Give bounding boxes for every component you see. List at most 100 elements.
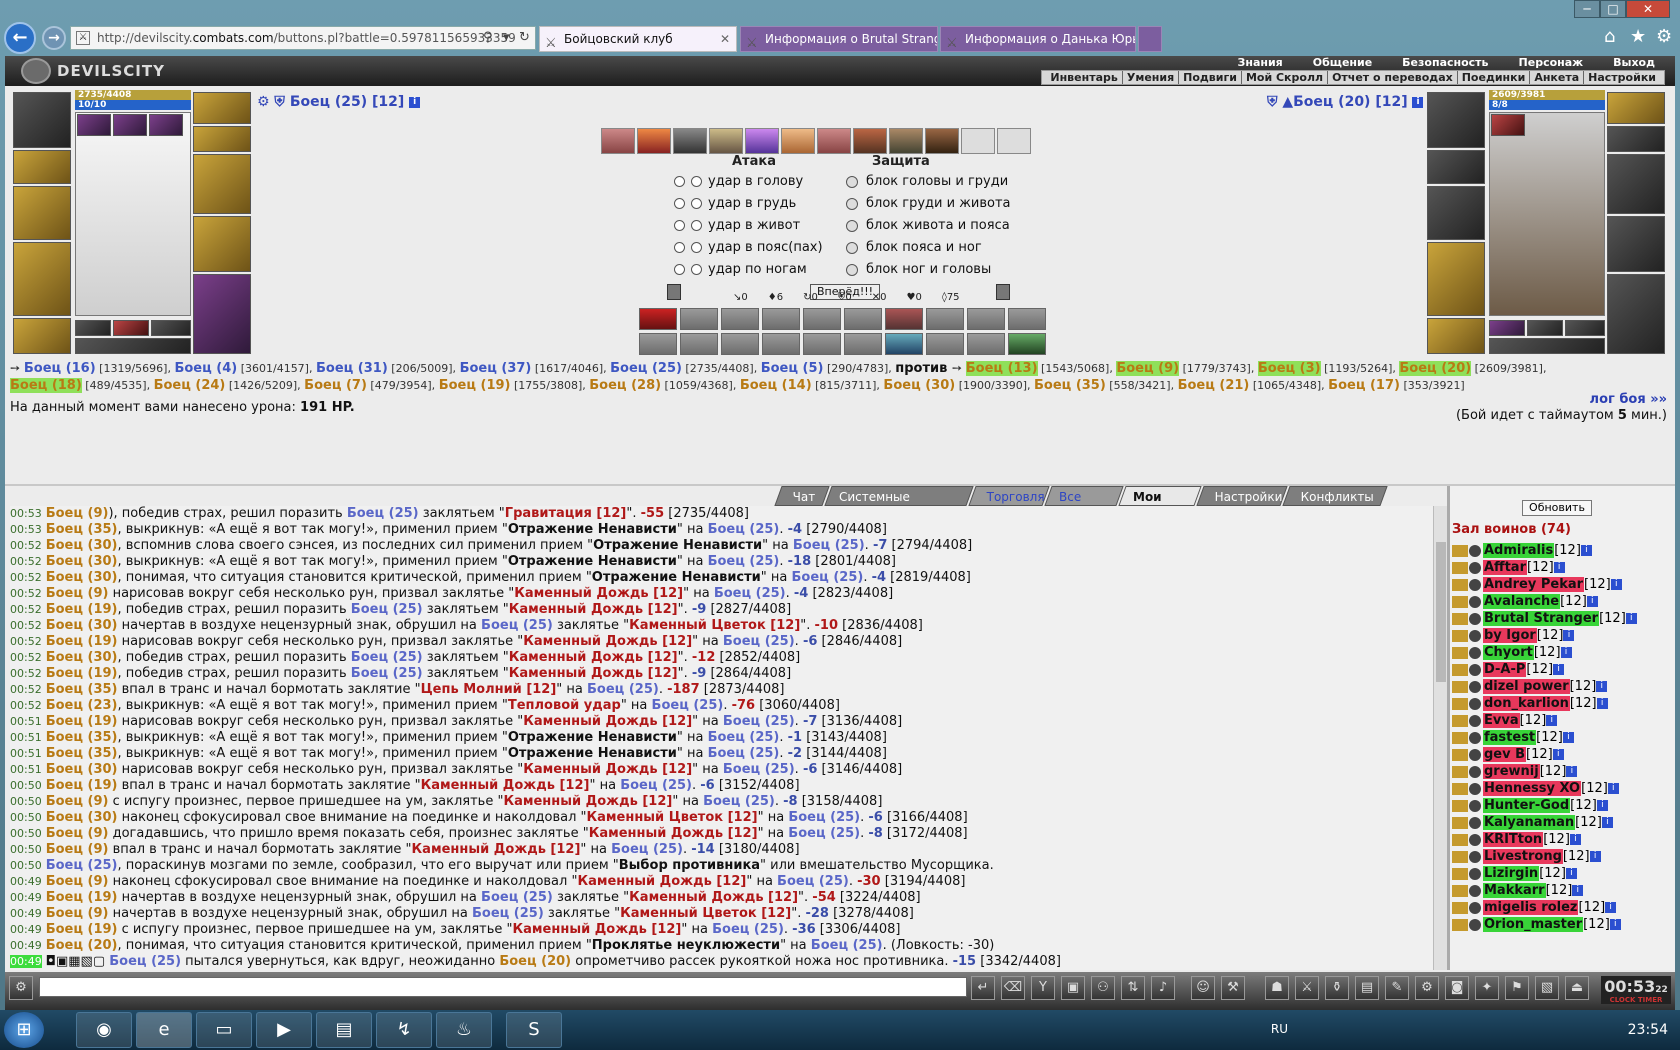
fighter-name[interactable]: Боец (35) (1034, 378, 1106, 393)
log-tab[interactable]: Торговля (968, 486, 1050, 506)
info-icon[interactable]: i (1565, 868, 1577, 879)
fighter-name[interactable]: Боец (19) (46, 778, 118, 793)
search-icon[interactable]: ⚲ (483, 27, 493, 49)
earring-slot[interactable] (1607, 92, 1665, 124)
submenu-item[interactable]: Инвентарь (1046, 71, 1123, 84)
scroll-item[interactable] (853, 128, 887, 154)
fighter-name[interactable]: Боец (19) (46, 922, 118, 937)
fighter-name[interactable]: Боец (24) (154, 378, 226, 393)
log-tab[interactable]: Системные сообщения (824, 486, 974, 524)
save-icon[interactable]: ▣ (1061, 976, 1085, 1000)
tools-icon[interactable]: ⚒ (1221, 976, 1245, 1000)
fighter-name[interactable]: Боец (25) (723, 762, 795, 777)
fighter-name[interactable]: Боец (35) (46, 746, 118, 761)
fighter-name[interactable]: Боец (25) (481, 890, 553, 905)
fighter-name[interactable]: Боец (5) (761, 361, 824, 376)
user-name[interactable]: grewnij (1483, 764, 1540, 779)
fighter-name[interactable]: Боец (19) (46, 714, 118, 729)
scroll-item[interactable] (673, 128, 707, 154)
opponent-name[interactable]: ⛨ ▲Боец (20) [12] i (1267, 94, 1424, 110)
private-message-icon[interactable] (1452, 884, 1468, 897)
explorer-icon[interactable]: ▭ (196, 1012, 252, 1048)
skype-icon[interactable]: S (506, 1012, 562, 1048)
tab-info-brutal[interactable]: ⚔ Информация о Brutal Stranger (740, 26, 938, 52)
user-name[interactable]: Andrey Pekar (1483, 577, 1585, 592)
radio-button[interactable] (691, 198, 702, 209)
info-icon[interactable]: i (1625, 613, 1637, 624)
radio-button[interactable] (846, 219, 858, 232)
private-message-icon[interactable] (1452, 748, 1468, 761)
armor-slot[interactable] (1427, 242, 1485, 316)
back-button[interactable]: ← (4, 22, 36, 54)
fighter-name[interactable]: Боец (25) (109, 954, 181, 969)
fighter-name[interactable]: Боец (25) (723, 714, 795, 729)
fighter-name[interactable]: Боец (20) (499, 954, 571, 969)
fighter-name[interactable]: Боец (30) (46, 538, 118, 553)
info-icon[interactable]: i (1569, 834, 1581, 845)
sort-icon[interactable]: ⇅ (1121, 976, 1145, 1000)
media-player-icon[interactable]: ▶ (256, 1012, 312, 1048)
tab-close-icon[interactable]: ✕ (720, 27, 730, 51)
user-name[interactable]: Makkarr (1483, 883, 1546, 898)
private-message-icon[interactable] (1452, 731, 1468, 744)
fighter-name[interactable]: Боец (25) (703, 794, 775, 809)
attack-option[interactable]: удар в голову (674, 174, 803, 189)
private-message-icon[interactable] (1452, 765, 1468, 778)
radio-button[interactable] (691, 176, 702, 187)
trick-button[interactable] (680, 308, 718, 330)
fighter-name[interactable]: Боец (19) (439, 378, 511, 393)
user-name[interactable]: Hennessy XO (1483, 781, 1582, 796)
fighter-name[interactable]: Боец (30) (46, 650, 118, 665)
user-name[interactable]: Evva (1483, 713, 1520, 728)
chat-input[interactable] (39, 977, 967, 997)
fighter-name[interactable]: Боец (9) (46, 794, 109, 809)
info-icon[interactable]: i (1605, 902, 1617, 913)
fighter-name[interactable]: Боец (25) (793, 538, 865, 553)
info-icon[interactable]: i (1609, 919, 1621, 930)
forward-button[interactable]: → (42, 26, 66, 50)
user-name[interactable]: Afftar (1483, 560, 1527, 575)
scroll-item[interactable] (745, 128, 779, 154)
radio-button[interactable] (674, 176, 685, 187)
fighter-name[interactable]: Боец (35) (46, 522, 118, 537)
log-tab[interactable]: Все логи (1044, 486, 1124, 524)
info-icon[interactable]: i (1553, 562, 1565, 573)
info-icon[interactable]: i (1607, 783, 1619, 794)
scroll-item[interactable] (601, 128, 635, 154)
fighter-name[interactable]: Боец (25) (481, 618, 553, 633)
attack-option[interactable]: удар в пояс(пах) (674, 240, 823, 255)
scroll-item[interactable] (781, 128, 815, 154)
rune-slot[interactable] (1491, 114, 1525, 136)
scroll-icon[interactable]: ✎ (1385, 976, 1409, 1000)
trick-button[interactable] (762, 333, 800, 355)
fighter-name[interactable]: Боец (30) (46, 554, 118, 569)
defense-option[interactable]: блок живота и пояса (846, 218, 1010, 233)
favorites-star-icon[interactable]: ★ (1630, 26, 1646, 47)
fighter-name[interactable]: Боец (7) (304, 378, 367, 393)
fighter-name[interactable]: Боец (30) (46, 810, 118, 825)
tab-battle[interactable]: ⚔ Бойцовский клуб ✕ (539, 26, 737, 52)
fighter-name[interactable]: Боец (25) (472, 906, 544, 921)
fighter-name[interactable]: Боец (25) (708, 730, 780, 745)
fighter-name[interactable]: Боец (19) (46, 666, 118, 681)
log-tab[interactable]: Чат (774, 486, 830, 506)
gloves-slot[interactable] (193, 154, 251, 214)
fighter-name[interactable]: Боец (14) (740, 378, 812, 393)
belt-item-slot[interactable] (1489, 320, 1525, 336)
shoulder-slot[interactable] (1427, 150, 1485, 184)
private-message-icon[interactable] (1452, 833, 1468, 846)
helmet-slot[interactable] (13, 92, 71, 148)
fighter-name[interactable]: Боец (4) (174, 361, 237, 376)
private-message-icon[interactable] (1452, 782, 1468, 795)
trick-button[interactable] (639, 333, 677, 355)
info-icon[interactable]: i (1572, 885, 1584, 896)
app-icon[interactable]: ↯ (376, 1012, 432, 1048)
fighter-name[interactable]: Боец (17) (1328, 378, 1400, 393)
user-name[interactable]: gev B (1483, 747, 1527, 762)
fighter-name[interactable]: Боец (30) (46, 762, 118, 777)
shield-icon[interactable] (667, 284, 681, 300)
user-name[interactable]: Lizirgin (1483, 866, 1540, 881)
attack-option[interactable]: удар в живот (674, 218, 800, 233)
info-icon[interactable]: i (1553, 664, 1565, 675)
fighter-name[interactable]: Боец (25) (712, 922, 784, 937)
